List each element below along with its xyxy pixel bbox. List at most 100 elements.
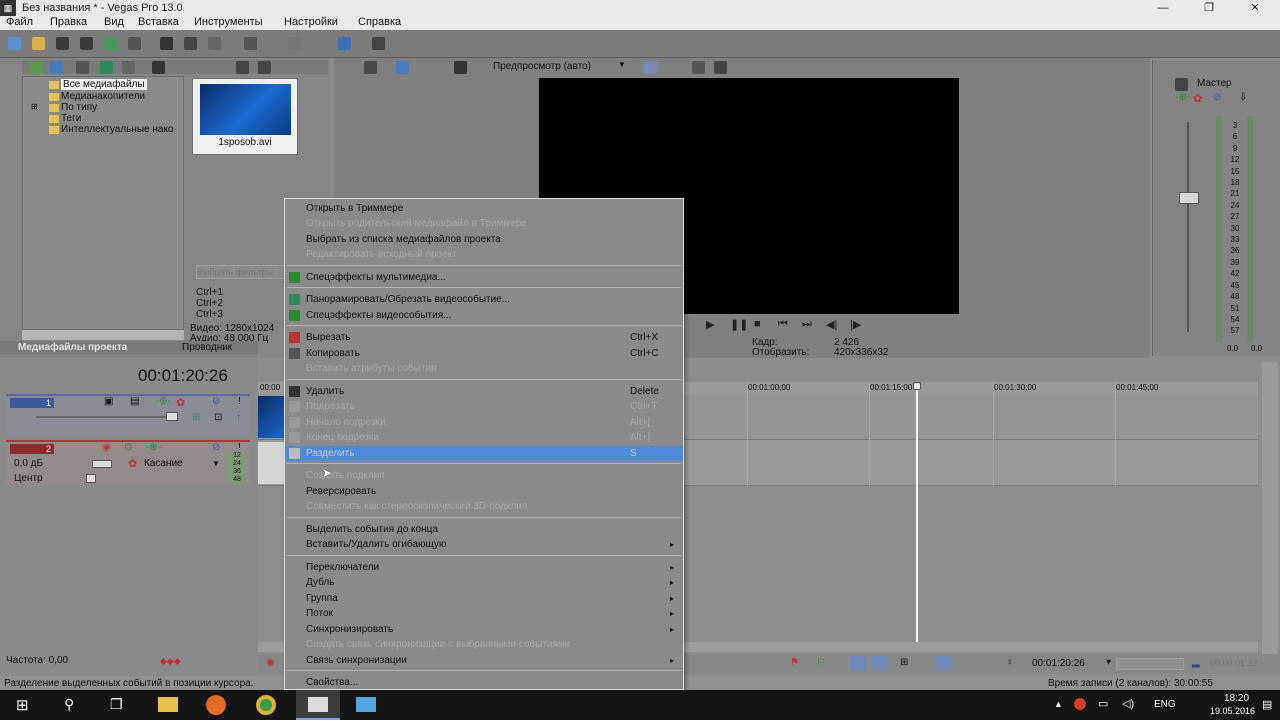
pan-slider[interactable] <box>86 474 96 483</box>
capture-video-icon[interactable] <box>50 61 63 74</box>
windows-start-icon[interactable]: ⊞ <box>16 696 29 714</box>
save-snapshot-icon[interactable] <box>714 61 727 74</box>
fx-icon[interactable]: -⊕- <box>1175 92 1190 103</box>
mixer-properties-icon[interactable] <box>1175 78 1188 91</box>
language-indicator[interactable]: ENG <box>1154 699 1176 710</box>
menu-item-7[interactable]: Спецэффекты видеособытия... <box>285 308 683 323</box>
playhead-cursor[interactable] <box>916 382 918 644</box>
stop-preview-icon[interactable] <box>258 61 271 74</box>
close-button[interactable]: ✕ <box>1232 0 1278 16</box>
menu-item-6[interactable]: Панорамировать/Обрезать видеособытие... <box>285 292 683 307</box>
downmix-icon[interactable]: ⇩ <box>1239 92 1247 103</box>
chevron-down-icon[interactable]: ▼ <box>212 459 220 468</box>
menu-item-9[interactable]: Копировать Ctrl+C <box>285 346 683 361</box>
menu-item-15[interactable]: Разделить S <box>285 446 683 461</box>
menu-edit[interactable]: Правка <box>50 16 87 28</box>
play-icon[interactable]: ▶ <box>706 318 714 331</box>
tray-app-icon[interactable] <box>1074 698 1086 710</box>
menu-item-25[interactable]: Синхронизировать ▸ <box>285 622 683 637</box>
menu-file[interactable]: Файл <box>6 16 33 28</box>
track-motion-icon[interactable]: ▣ <box>104 396 113 407</box>
minimize-button[interactable]: — <box>1140 0 1186 16</box>
loop-icon[interactable]: ▾ <box>1106 657 1111 668</box>
properties-icon[interactable] <box>128 37 141 50</box>
audio-track-header[interactable]: 2 ◉ ⊙ -⊕- ⊘ ! 0,0 дБ ✿ Касание ▼ Центр 1… <box>6 440 250 484</box>
tray-chevron-icon[interactable]: ▲ <box>1054 699 1063 709</box>
volume-icon[interactable]: ◁) <box>1122 697 1134 710</box>
pause-icon[interactable]: ❚❚ <box>730 318 748 331</box>
volume-slider[interactable] <box>92 460 112 468</box>
composite-mode-icon[interactable]: -⊕- <box>156 396 171 407</box>
track-fx-icon[interactable]: ▤ <box>130 396 139 407</box>
go-to-start-icon[interactable]: ⏮ <box>778 318 788 331</box>
stop-icon[interactable]: ■ <box>754 318 761 330</box>
save-as-icon[interactable] <box>80 37 93 50</box>
clock-time[interactable]: 18:20 <box>1224 693 1249 704</box>
gear-icon[interactable]: ✿ <box>176 396 185 409</box>
master-fader[interactable] <box>1179 192 1199 204</box>
new-project-icon[interactable] <box>8 37 21 50</box>
menu-item-5[interactable]: Спецэффекты мультимедиа... <box>285 270 683 285</box>
redo-icon[interactable] <box>288 37 301 50</box>
phase-icon[interactable]: ⊙ <box>124 442 132 453</box>
menu-item-1[interactable]: Открыть в Триммере <box>285 201 683 216</box>
refresh-icon[interactable] <box>100 61 113 74</box>
selection-tool-icon[interactable]: ⊞ <box>900 657 908 668</box>
cut-icon[interactable] <box>160 37 173 50</box>
envelope-tool-icon[interactable] <box>872 656 888 670</box>
menu-item-19[interactable]: Выделить события до конца <box>285 522 683 537</box>
notification-icon[interactable]: ▤ <box>1262 698 1272 711</box>
lock-envelopes-icon[interactable]: ♀ <box>1006 657 1014 668</box>
enable-snapping-icon[interactable] <box>338 37 351 50</box>
automation-mode-select[interactable]: Касание <box>144 458 183 469</box>
solo-icon[interactable]: ! <box>238 396 241 407</box>
tree-horizontal-scrollbar[interactable] <box>22 330 184 340</box>
menu-item-11[interactable]: Удалить Delete <box>285 384 683 399</box>
copy-snapshot-icon[interactable] <box>692 61 705 74</box>
save-icon[interactable] <box>56 37 69 50</box>
clock-date[interactable]: 19.05.2016 <box>1210 706 1255 716</box>
menu-tools[interactable]: Инструменты <box>194 16 263 28</box>
remove-media-icon[interactable] <box>152 61 165 74</box>
file-explorer-icon[interactable] <box>158 697 178 712</box>
menu-item-24[interactable]: Поток ▸ <box>285 606 683 621</box>
render-icon[interactable] <box>104 37 117 50</box>
menu-item-21[interactable]: Переключатели ▸ <box>285 560 683 575</box>
mute-icon[interactable]: ⊘ <box>1213 92 1221 103</box>
split-screen-icon[interactable] <box>454 61 467 74</box>
region-icon[interactable]: ⚐ <box>816 657 825 668</box>
menu-item-8[interactable]: Вырезать Ctrl+X <box>285 330 683 345</box>
arm-icon[interactable]: ↑ <box>236 412 241 423</box>
chrome-icon[interactable] <box>256 695 276 715</box>
rate-slider[interactable]: ◆◆◆ <box>160 656 181 667</box>
arm-record-icon[interactable]: ◉ <box>102 442 111 453</box>
menu-view[interactable]: Вид <box>104 16 124 28</box>
tree-item-tags[interactable]: Теги <box>61 113 81 124</box>
crop-icon[interactable]: ⊡ <box>214 412 222 423</box>
play-preview-icon[interactable] <box>236 61 249 74</box>
preview-properties-icon[interactable] <box>364 61 377 74</box>
mute-icon[interactable]: ⊘ <box>212 396 220 407</box>
selection-length-field[interactable] <box>1116 658 1184 670</box>
screen-recorder-icon[interactable] <box>356 697 376 712</box>
paste-icon[interactable] <box>208 37 221 50</box>
whats-this-icon[interactable] <box>372 37 385 50</box>
task-view-icon[interactable]: ❐ <box>110 696 123 713</box>
menu-insert[interactable]: Вставка <box>138 16 179 28</box>
chevron-down-icon[interactable]: ▼ <box>618 60 626 69</box>
menu-help[interactable]: Справка <box>358 16 401 28</box>
open-icon[interactable] <box>32 37 45 50</box>
restore-button[interactable]: ❐ <box>1186 0 1232 16</box>
next-frame-icon[interactable]: |▶ <box>850 318 861 331</box>
menu-item-22[interactable]: Дубль ▸ <box>285 575 683 590</box>
copy-icon[interactable] <box>184 37 197 50</box>
menu-item-17[interactable]: Реверсировать <box>285 484 683 499</box>
expand-icon[interactable]: ⊞ <box>31 102 38 111</box>
tree-item-smart-bins[interactable]: Интеллектуальные нако <box>61 124 174 135</box>
menu-settings[interactable]: Настройки <box>284 16 338 28</box>
menu-item-28[interactable]: Свойства... <box>285 675 683 690</box>
auto-ripple-icon[interactable] <box>936 656 952 670</box>
previous-frame-icon[interactable]: ◀| <box>826 318 837 331</box>
menu-item-20[interactable]: Вставить/Удалить огибающую ▸ <box>285 537 683 552</box>
undo-icon[interactable] <box>244 37 257 50</box>
